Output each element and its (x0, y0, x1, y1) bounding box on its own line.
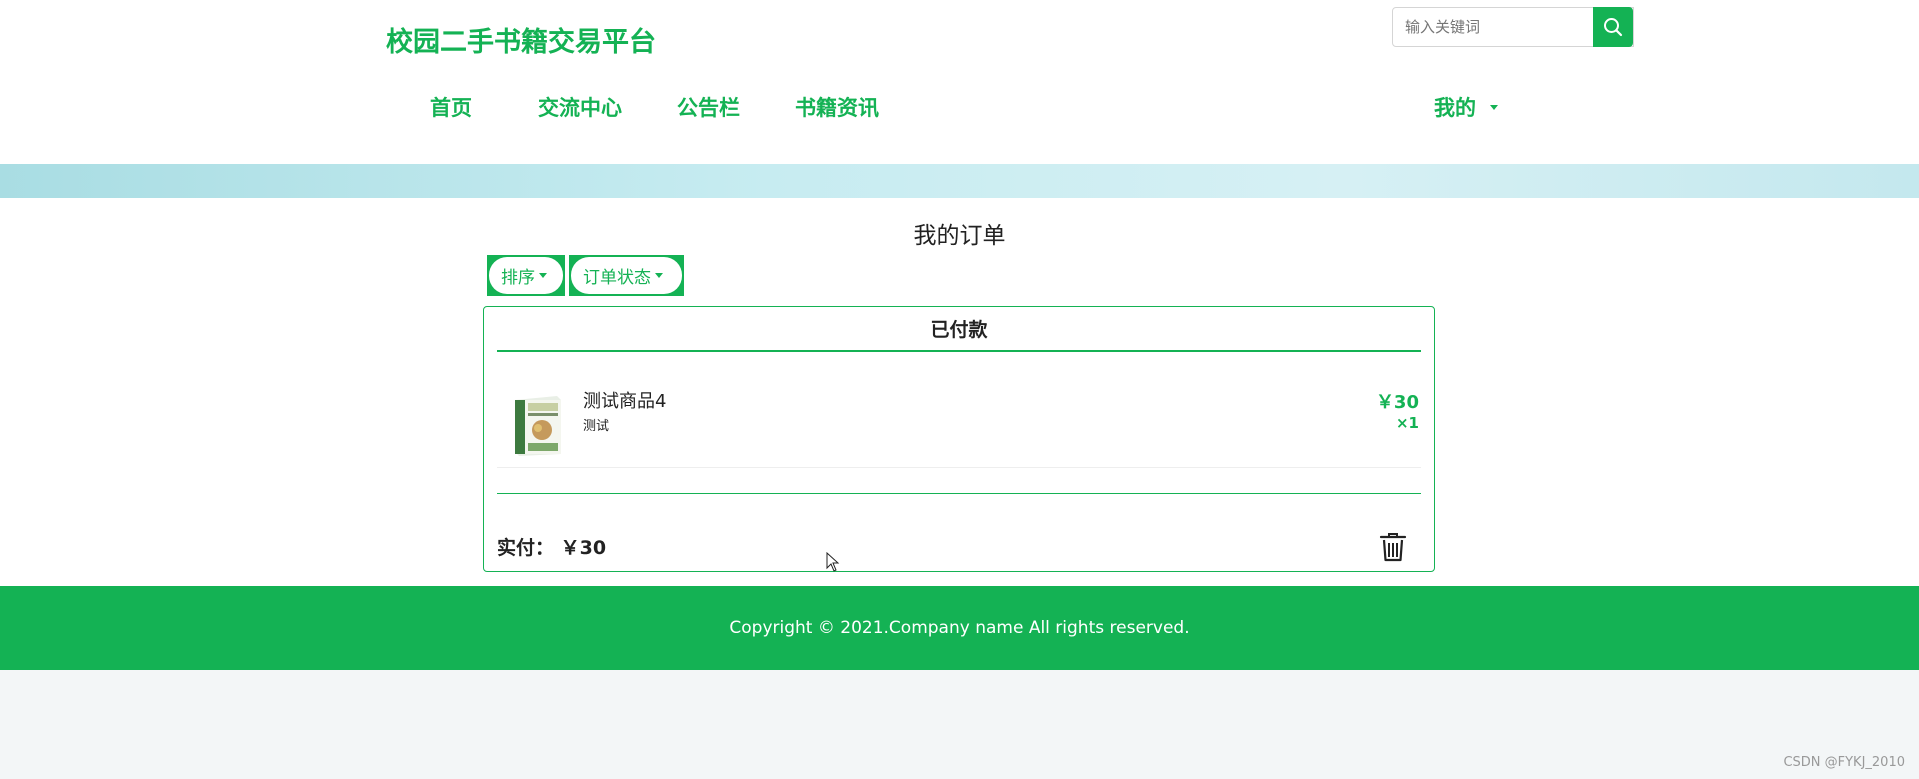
nav-notice-board[interactable]: 公告栏 (677, 92, 740, 122)
order-card: 已付款 测试商品4 测试 ￥30 ×1 实付： ￥30 (483, 306, 1435, 572)
nav-home[interactable]: 首页 (430, 92, 472, 122)
nav-mine-dropdown[interactable]: 我的 (1434, 92, 1498, 122)
order-status: 已付款 (930, 319, 988, 341)
divider (497, 493, 1421, 494)
trash-icon[interactable] (1378, 531, 1408, 563)
item-quantity: ×1 (1395, 414, 1419, 432)
item-description: 测试 (583, 419, 610, 434)
site-title[interactable]: 校园二手书籍交易平台 (386, 20, 656, 59)
order-status-label: 订单状态 (583, 268, 651, 288)
page-title: 我的订单 (913, 223, 1006, 249)
order-status-dropdown-button[interactable]: 订单状态 (569, 255, 684, 296)
page-bottom (0, 670, 1919, 779)
banner-strip (0, 164, 1919, 198)
paid-amount: ￥30 (560, 537, 607, 559)
main-content: 我的订单 排序 订单状态 已付款 测试商品4 测试 ￥30 ×1 实付： ￥30 (0, 198, 1919, 586)
caret-down-icon (655, 273, 663, 278)
search-icon (1604, 18, 1623, 37)
sort-label: 排序 (501, 268, 535, 288)
nav-mine-label: 我的 (1434, 96, 1476, 120)
divider (497, 467, 1421, 468)
mouse-pointer-icon (826, 552, 840, 572)
watermark: CSDN @FYKJ_2010 (1783, 755, 1905, 770)
item-name[interactable]: 测试商品4 (583, 387, 666, 413)
nav-book-news[interactable]: 书籍资讯 (795, 92, 879, 122)
footer: Copyright © 2021.Company name All rights… (0, 586, 1919, 670)
paid-total: 实付： ￥30 (497, 533, 606, 560)
item-price: ￥30 (1375, 392, 1419, 413)
sort-dropdown-button[interactable]: 排序 (487, 255, 565, 296)
nav-exchange-center[interactable]: 交流中心 (538, 92, 622, 122)
copyright-text: Copyright © 2021.Company name All rights… (729, 618, 1190, 638)
book-thumbnail[interactable] (509, 394, 567, 458)
search-button[interactable] (1593, 7, 1633, 47)
caret-down-icon (1490, 104, 1498, 110)
caret-down-icon (539, 273, 547, 278)
paid-label: 实付： (497, 537, 555, 559)
site-header: 校园二手书籍交易平台 首页 交流中心 公告栏 书籍资讯 我的 (0, 0, 1919, 164)
divider (497, 350, 1421, 352)
